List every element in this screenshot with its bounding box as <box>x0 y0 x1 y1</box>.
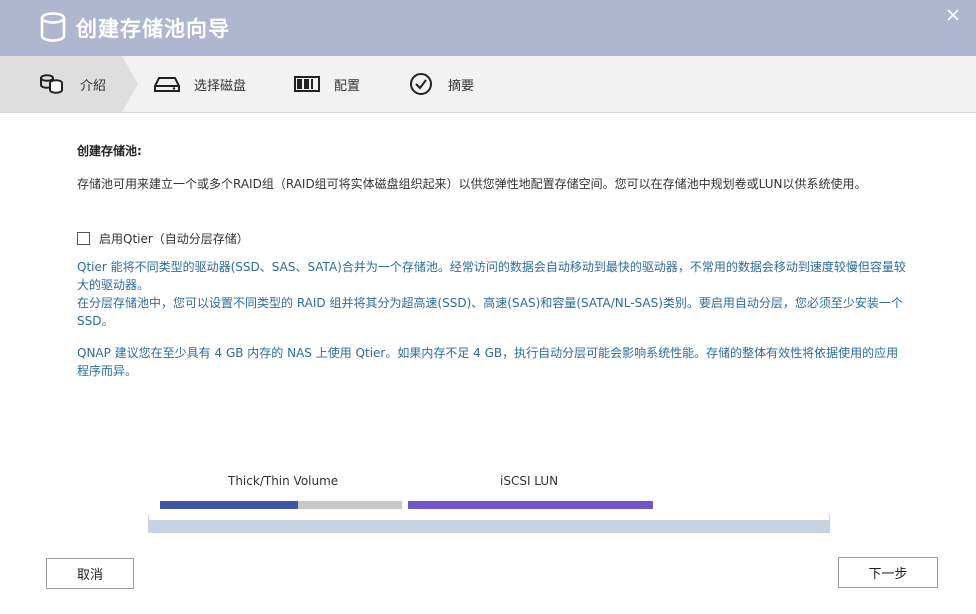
storage-diagram: Thick/Thin Volume iSCSI LUN <box>148 466 830 536</box>
database-icon <box>40 12 66 42</box>
lun-bar <box>408 501 653 509</box>
window-title: 创建存储池向导 <box>76 17 230 41</box>
qtier-info-tiers: 在分层存储池中，您可以设置不同类型的 RAID 组并将其分为超高速(SSD)、高… <box>77 296 903 328</box>
next-button[interactable]: 下一步 <box>838 557 938 588</box>
step-summary[interactable]: 摘要 <box>406 56 474 112</box>
step-select-disks[interactable]: 选择磁盘 <box>152 56 246 112</box>
volume-free-bar <box>298 501 402 509</box>
volume-used-bar <box>160 501 298 509</box>
qtier-toggle[interactable]: 启用Qtier（自动分层存储） <box>77 230 249 247</box>
step-label: 摘要 <box>448 78 475 94</box>
step-configure[interactable]: 配置 <box>292 56 360 112</box>
close-icon[interactable] <box>944 6 962 24</box>
step-label: 选择磁盘 <box>194 78 247 94</box>
check-circle-icon <box>406 72 436 96</box>
qtier-checkbox-label: 启用Qtier（自动分层存储） <box>99 232 249 246</box>
step-label: 配置 <box>334 78 361 94</box>
step-label: 介紹 <box>80 78 107 94</box>
pool-description: 存储池可用来建立一个或多个RAID组（RAID组可将实体磁盘组织起来）以供您弹性… <box>77 177 867 191</box>
title-bar: 创建存储池向导 <box>0 0 976 56</box>
section-heading: 创建存储池: <box>77 144 142 158</box>
disk-drive-icon <box>152 72 182 96</box>
storage-bars <box>148 501 830 533</box>
qtier-info-memory: QNAP 建议您在至少具有 4 GB 内存的 NAS 上使用 Qtier。如果内… <box>77 346 899 378</box>
qtier-info-types: Qtier 能将不同类型的驱动器(SSD、SAS、SATA)合并为一个存储池。经… <box>77 260 906 292</box>
cancel-button[interactable]: 取消 <box>46 558 134 589</box>
raid-config-icon <box>292 72 322 96</box>
pool-bar <box>148 520 830 533</box>
qtier-checkbox[interactable] <box>77 232 90 245</box>
storage-pool-icon <box>38 72 68 96</box>
step-intro[interactable]: 介紹 <box>38 56 106 112</box>
wizard-steps: 介紹 选择磁盘 配置 摘要 <box>0 56 976 113</box>
